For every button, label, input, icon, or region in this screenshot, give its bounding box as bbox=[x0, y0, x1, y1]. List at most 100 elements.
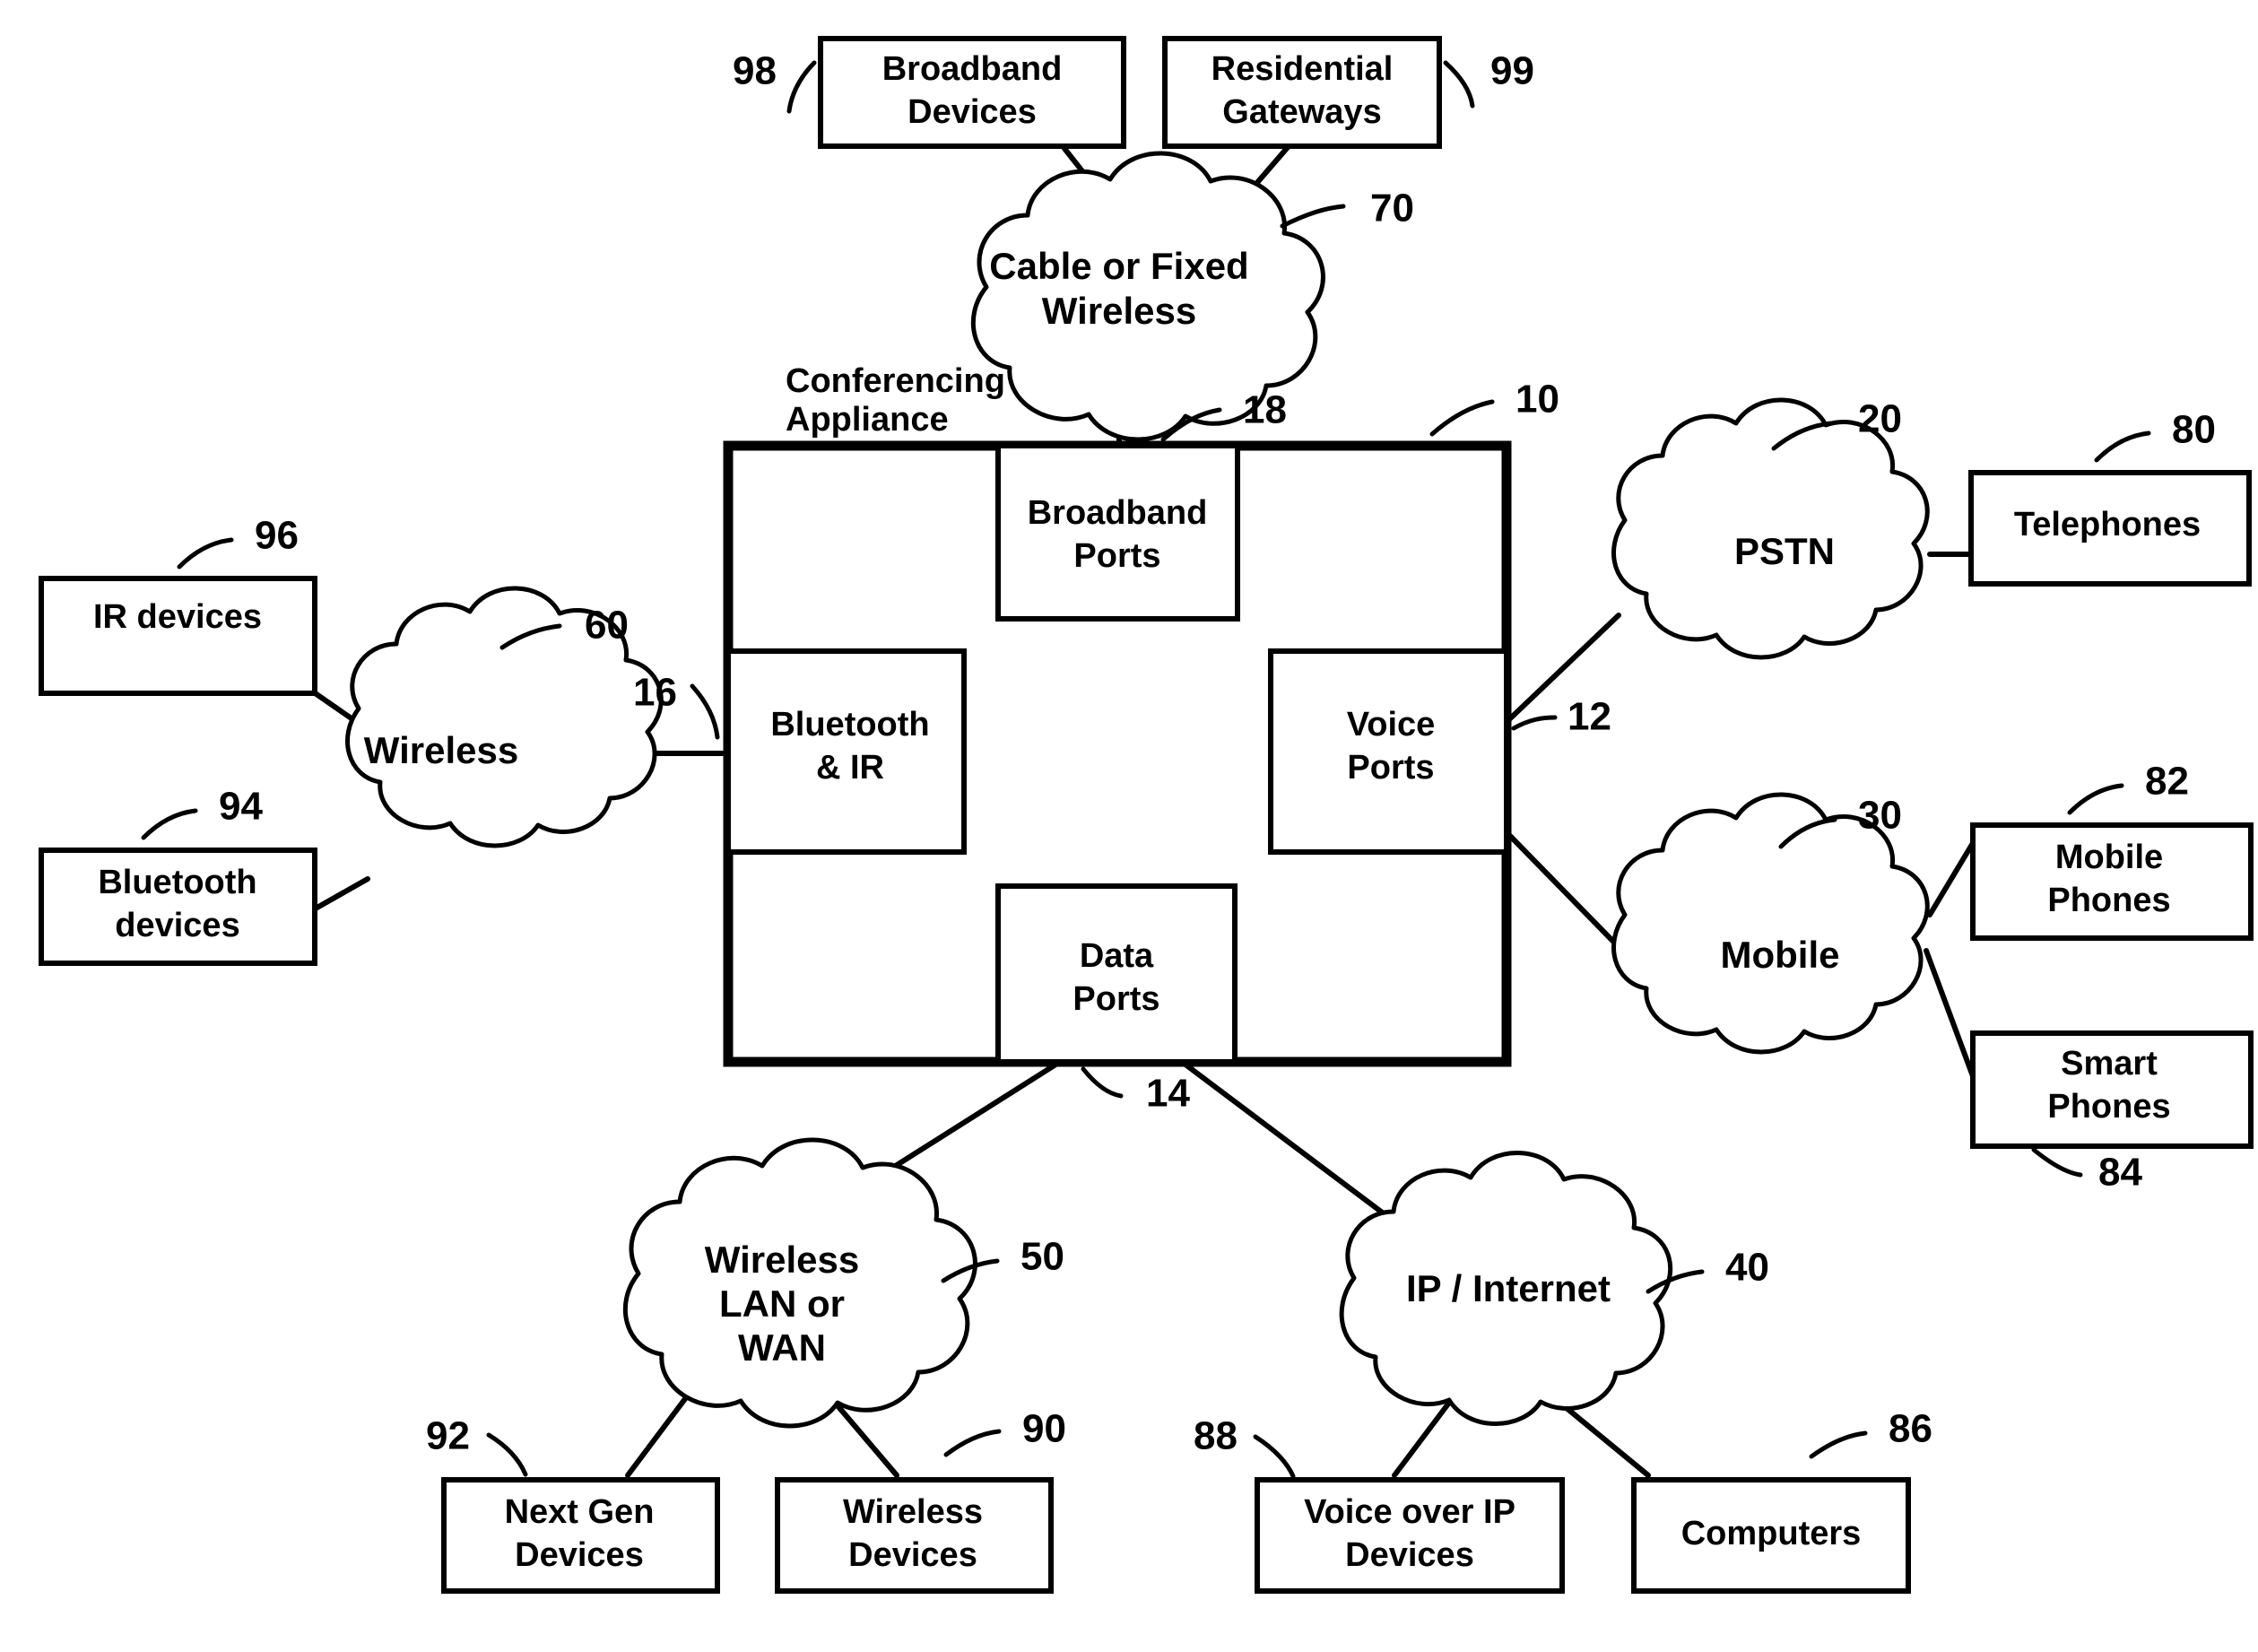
ref-number-82: 82 bbox=[2145, 760, 2189, 804]
cloud-cable-or-fixed-wireless: Cable or Fixed Wireless 70 bbox=[970, 151, 1414, 442]
device-mobile-phones[interactable]: Mobile Phones 82 bbox=[1970, 760, 2254, 941]
device-voip-line1: Voice over IP bbox=[1304, 1493, 1515, 1531]
leader-98 bbox=[786, 60, 817, 114]
ref-number-40: 40 bbox=[1725, 1246, 1769, 1290]
leader-92 bbox=[486, 1432, 528, 1477]
link-mobile-cloud-to-smart-phones bbox=[1924, 948, 1976, 1079]
leader-99 bbox=[1443, 60, 1475, 109]
appliance-caption-line1: Conferencing bbox=[786, 362, 1005, 400]
device-telephones[interactable]: Telephones 80 bbox=[1968, 408, 2252, 587]
diagram-svg: Cable or Fixed Wireless 70 Wireless 60 P… bbox=[39, 36, 2254, 1594]
ref-number-94: 94 bbox=[219, 785, 263, 829]
ref-number-20: 20 bbox=[1858, 397, 1902, 441]
ref-number-14: 14 bbox=[1146, 1072, 1190, 1116]
conferencing-appliance[interactable]: Conferencing Appliance 10 Broadband Port… bbox=[633, 362, 1611, 1116]
device-wireless-devices-line1: Wireless bbox=[843, 1493, 983, 1531]
link-appliance-to-mobile-cloud bbox=[1504, 830, 1628, 956]
leader-88 bbox=[1253, 1434, 1296, 1479]
port-bluetooth-ir-label-line2: & IR bbox=[816, 749, 884, 787]
device-wireless-devices-line2: Devices bbox=[848, 1536, 977, 1574]
device-residential-gateways-line1: Residential bbox=[1212, 50, 1394, 88]
port-voice-label-line2: Ports bbox=[1347, 749, 1434, 787]
device-computers-line1: Computers bbox=[1681, 1515, 1862, 1552]
cloud-pstn: PSTN 20 bbox=[1611, 397, 1930, 660]
device-next-gen-devices-line1: Next Gen bbox=[505, 1493, 655, 1531]
cloud-wireless: Wireless 60 bbox=[345, 586, 664, 848]
cloud-wlan-label-line3: WAN bbox=[738, 1326, 826, 1369]
leader-84 bbox=[2031, 1147, 2083, 1178]
device-residential-gateways[interactable]: Residential Gateways 99 bbox=[1162, 36, 1534, 149]
cloud-wireless-label: Wireless bbox=[364, 729, 518, 771]
device-next-gen-devices-line2: Devices bbox=[515, 1536, 644, 1574]
cloud-wlan-label-line1: Wireless bbox=[705, 1239, 859, 1281]
cloud-ip-internet: IP / Internet 40 bbox=[1339, 1151, 1769, 1426]
device-next-gen-devices[interactable]: Next Gen Devices 92 bbox=[426, 1414, 720, 1594]
cloud-wireless-lan-or-wan: Wireless LAN or WAN 50 bbox=[622, 1137, 1064, 1429]
appliance-caption-line2: Appliance bbox=[786, 401, 949, 439]
ref-number-99: 99 bbox=[1490, 49, 1534, 93]
device-broadband-devices[interactable]: Broadband Devices 98 bbox=[733, 36, 1126, 149]
cloud-cable-label-line2: Wireless bbox=[1042, 290, 1196, 332]
leader-96 bbox=[177, 537, 234, 570]
ref-number-96: 96 bbox=[255, 514, 299, 558]
leader-90 bbox=[943, 1429, 1002, 1457]
cloud-cable-label-line1: Cable or Fixed bbox=[989, 245, 1248, 287]
ref-number-98: 98 bbox=[733, 49, 777, 93]
leader-14 bbox=[1081, 1066, 1124, 1099]
device-voip-line2: Devices bbox=[1345, 1536, 1474, 1574]
port-broadband-label-line1: Broadband bbox=[1028, 494, 1208, 532]
ref-number-84: 84 bbox=[2098, 1151, 2142, 1195]
device-wireless-devices[interactable]: Wireless Devices 90 bbox=[775, 1407, 1066, 1594]
device-ir-devices-line1: IR devices bbox=[93, 598, 262, 636]
ref-number-18: 18 bbox=[1243, 388, 1287, 432]
ref-number-10: 10 bbox=[1515, 378, 1559, 422]
cloud-wlan-label-line2: LAN or bbox=[719, 1282, 845, 1325]
link-appliance-to-ip-internet-cloud bbox=[1179, 1059, 1412, 1236]
ref-number-92: 92 bbox=[426, 1414, 470, 1458]
ref-number-12: 12 bbox=[1568, 695, 1611, 739]
device-bluetooth-devices-line2: devices bbox=[115, 907, 239, 944]
port-broadband-label-line2: Ports bbox=[1073, 537, 1160, 575]
leader-82 bbox=[2067, 783, 2124, 815]
ref-number-70: 70 bbox=[1370, 187, 1414, 230]
device-computers[interactable]: Computers 86 bbox=[1631, 1407, 1932, 1594]
leader-70 bbox=[1280, 204, 1346, 229]
port-voice[interactable]: Voice Ports bbox=[1268, 648, 1509, 855]
leader-80 bbox=[2094, 430, 2151, 463]
device-broadband-devices-line1: Broadband bbox=[882, 50, 1063, 88]
ref-number-80: 80 bbox=[2172, 408, 2216, 452]
leader-12 bbox=[1511, 715, 1558, 731]
device-voice-over-ip-devices[interactable]: Voice over IP Devices 88 bbox=[1194, 1414, 1565, 1594]
port-data[interactable]: Data Ports bbox=[995, 883, 1238, 1065]
cloud-ip-label: IP / Internet bbox=[1406, 1267, 1611, 1309]
leader-16 bbox=[690, 683, 720, 740]
figure-canvas: Cable or Fixed Wireless 70 Wireless 60 P… bbox=[0, 0, 2258, 1652]
ref-number-86: 86 bbox=[1889, 1407, 1932, 1451]
device-ir-devices[interactable]: IR devices 96 bbox=[39, 514, 317, 696]
ref-number-90: 90 bbox=[1022, 1407, 1066, 1451]
leader-10 bbox=[1429, 399, 1495, 437]
cloud-mobile-label: Mobile bbox=[1721, 934, 1840, 976]
device-broadband-devices-line2: Devices bbox=[908, 93, 1037, 131]
port-broadband[interactable]: Broadband Ports bbox=[995, 443, 1240, 622]
device-telephones-line1: Telephones bbox=[2014, 506, 2201, 543]
port-broadband-box bbox=[995, 443, 1240, 622]
device-smart-phones[interactable]: Smart Phones 84 bbox=[1970, 1030, 2254, 1195]
device-mobile-phones-line2: Phones bbox=[2047, 882, 2170, 919]
leader-86 bbox=[1809, 1430, 1868, 1459]
device-residential-gateways-line2: Gateways bbox=[1222, 93, 1381, 131]
port-bluetooth-ir[interactable]: Bluetooth & IR bbox=[725, 648, 967, 855]
device-smart-phones-line1: Smart bbox=[2061, 1045, 2158, 1082]
ref-number-50: 50 bbox=[1020, 1235, 1064, 1279]
ref-number-30: 30 bbox=[1858, 794, 1902, 838]
link-bluetooth-devices-to-wireless-cloud bbox=[311, 876, 370, 912]
port-bluetooth-ir-label-line1: Bluetooth bbox=[770, 706, 929, 743]
link-wireless-lan-to-next-gen-devices bbox=[625, 1383, 698, 1478]
cloud-mobile: Mobile 30 bbox=[1611, 792, 1930, 1055]
device-bluetooth-devices[interactable]: Bluetooth devices 94 bbox=[39, 785, 317, 966]
leader-94 bbox=[141, 808, 198, 840]
ref-number-88: 88 bbox=[1194, 1414, 1238, 1458]
port-voice-label-line1: Voice bbox=[1347, 706, 1436, 743]
cloud-pstn-label: PSTN bbox=[1734, 530, 1835, 572]
device-bluetooth-devices-line1: Bluetooth bbox=[98, 864, 256, 901]
